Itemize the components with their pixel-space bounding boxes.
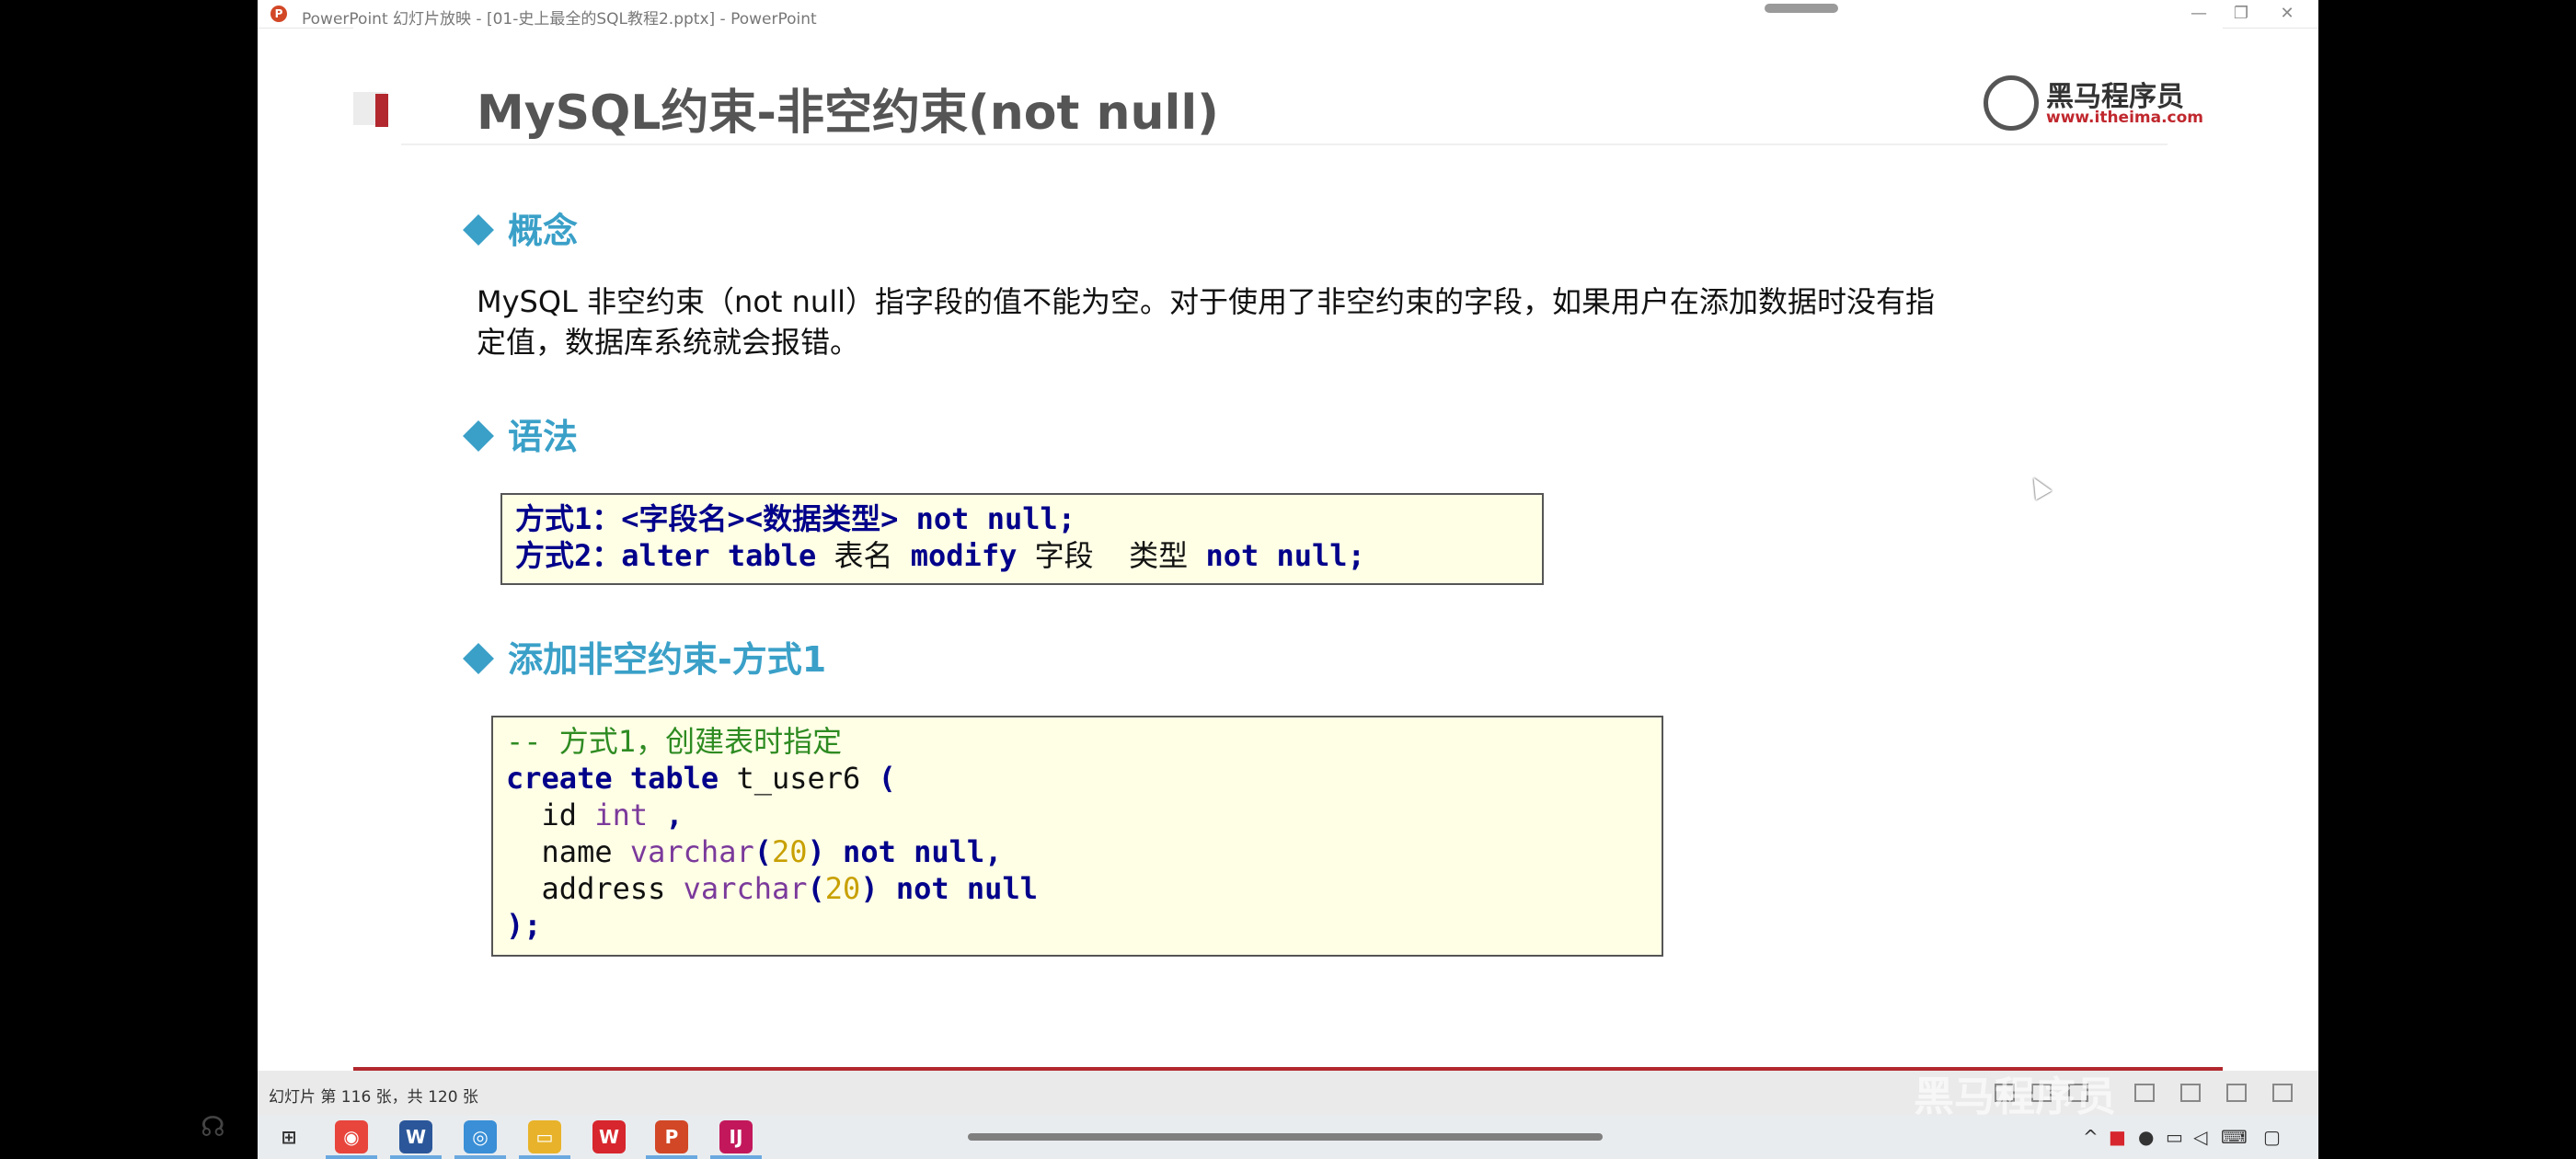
wps-icon[interactable]: W (592, 1120, 626, 1153)
code-line-create: create table t_user6 ( (506, 761, 896, 796)
syntax-line-1: 方式1：<字段名><数据类型> not null; (515, 501, 1076, 536)
close-button[interactable]: ✕ (2260, 0, 2315, 28)
diamond-bullet-icon (463, 643, 494, 674)
microphone-icon[interactable]: ● (2138, 1126, 2154, 1148)
intellij-icon[interactable]: IJ (719, 1120, 753, 1153)
powerpoint-icon: P (270, 6, 287, 22)
horizontal-scrollbar[interactable] (968, 1133, 1603, 1141)
explorer-active-underline (519, 1155, 570, 1159)
heading-concept: 概念 (463, 202, 578, 253)
code-line-close: ); (506, 908, 542, 943)
progress-indicator (1765, 4, 1838, 13)
title-divider (401, 143, 2168, 145)
heading-syntax: 语法 (463, 408, 578, 459)
input-method-icon[interactable]: ⌨ (2221, 1126, 2248, 1148)
file-explorer-icon[interactable]: ▭ (528, 1120, 561, 1153)
title-bar: P PowerPoint 幻灯片放映 - [01-史上最全的SQL教程2.ppt… (258, 0, 2318, 29)
slide-counter: 幻灯片 第 116 张，共 120 张 (269, 1088, 478, 1107)
concept-paragraph: MySQL 非空约束（not null）指字段的值不能为空。对于使用了非空约束的… (477, 284, 1935, 360)
diamond-bullet-icon (463, 420, 494, 452)
browser-active-underline (454, 1155, 506, 1159)
window-title: PowerPoint 幻灯片放映 - [01-史上最全的SQL教程2.pptx]… (302, 10, 817, 29)
diamond-bullet-icon (463, 214, 494, 246)
watermark: 黑马程序员 (1914, 1073, 2116, 1120)
code-box: -- 方式1，创建表时指定 create table t_user6 ( id … (491, 716, 1663, 957)
notification-icon[interactable]: ▢ (2263, 1126, 2281, 1148)
powerpoint-active-underline (646, 1155, 697, 1159)
powerpoint-window: P PowerPoint 幻灯片放映 - [01-史上最全的SQL教程2.ppt… (258, 0, 2318, 1115)
browser-icon[interactable]: ◎ (464, 1120, 497, 1153)
start-icon[interactable]: ⊞ (272, 1120, 305, 1153)
intellij-active-underline (710, 1155, 762, 1159)
tray-chevron-icon[interactable]: ^ (2083, 1126, 2099, 1148)
syntax-line-2: 方式2：alter table 表名 modify 字段 类型 not null… (515, 538, 1365, 573)
logo-url: www.itheima.com (2046, 109, 2204, 127)
voice-assistant-icon[interactable]: ☊ (201, 1111, 225, 1143)
code-line-name: name varchar(20) not null, (541, 834, 1003, 869)
battery-icon[interactable]: ▭ (2166, 1126, 2183, 1148)
word-active-underline (390, 1155, 442, 1159)
slide[interactable]: MySQL约束-非空约束(not null) 黑马程序员 www.itheima… (353, 28, 2223, 1071)
horse-logo-icon (1984, 75, 2039, 131)
slideshow-icon[interactable] (2272, 1084, 2293, 1102)
reading-view-icon[interactable] (2226, 1084, 2247, 1102)
word-icon[interactable]: W (399, 1120, 432, 1153)
slide-title: MySQL约束-非空约束(not null) (477, 86, 1219, 141)
heading-add-not-null: 添加非空约束-方式1 (463, 631, 826, 682)
chrome-active-underline (326, 1155, 377, 1159)
sorter-view-icon[interactable] (2180, 1084, 2201, 1102)
volume-icon[interactable]: ◁ (2193, 1126, 2207, 1148)
tray-app-icon[interactable]: ■ (2109, 1126, 2126, 1148)
powerpoint-taskbar-icon[interactable]: P (655, 1120, 688, 1153)
syntax-box: 方式1：<字段名><数据类型> not null; 方式2：alter tabl… (500, 493, 1544, 585)
itheima-logo: 黑马程序员 www.itheima.com (1984, 72, 2203, 136)
normal-view-icon[interactable] (2134, 1084, 2155, 1102)
chrome-icon[interactable]: ◉ (335, 1120, 368, 1153)
code-line-comment: -- 方式1，创建表时指定 (506, 724, 843, 759)
code-line-id: id int , (541, 798, 684, 832)
code-line-address: address varchar(20) not null (541, 871, 1038, 906)
title-accent-red (375, 94, 388, 127)
